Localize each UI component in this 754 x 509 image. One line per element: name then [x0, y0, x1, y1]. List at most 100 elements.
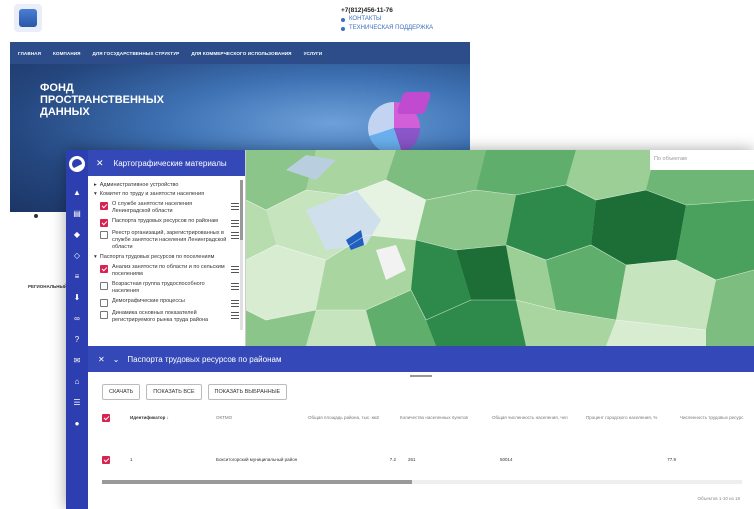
layers-panel-title: Картографические материалы	[113, 158, 227, 168]
drag-handle-icon[interactable]	[231, 220, 239, 227]
mountain-icon[interactable]: ▲	[69, 183, 85, 201]
region-text: РЕГИОНАЛЬНЫЙ К	[28, 284, 72, 289]
cell-urban: 77.9	[667, 456, 676, 462]
layer-checkbox[interactable]	[100, 265, 108, 273]
coat-of-arms-logo[interactable]	[14, 4, 42, 32]
home-icon[interactable]: ⌂	[69, 372, 85, 390]
sidebar: ▲ ▤ ◆ ◇ ≡ ⬇ ∞ ? ✉ ⌂ ☰ ●	[66, 150, 88, 509]
layer-item[interactable]: Динамика основных показателей регистриру…	[100, 310, 239, 324]
attribute-table: Идентификатор ↓ ОКТМО Общая площадь райо…	[102, 406, 754, 472]
column-header[interactable]: ОКТМО	[216, 415, 308, 420]
layer-item[interactable]: Реестр организаций, зарегистрированных в…	[100, 230, 239, 251]
horizontal-scrollbar[interactable]	[102, 480, 742, 484]
show-selected-button[interactable]: ПОКАЗАТЬ ВЫБРАННЫЕ	[207, 384, 288, 400]
column-header[interactable]: Идентификатор ↓	[130, 415, 216, 420]
attribute-table-panel: ✕ ⌄ Паспорта трудовых ресурсов по района…	[88, 346, 754, 509]
drag-handle-icon[interactable]	[231, 300, 239, 307]
map-application: ▲ ▤ ◆ ◇ ≡ ⬇ ∞ ? ✉ ⌂ ☰ ● По объектам ✕ Ка…	[66, 150, 754, 509]
account-icon[interactable]: ●	[69, 414, 85, 432]
layer-group[interactable]: ▾ Паспорта трудовых ресурсов по поселения…	[94, 254, 239, 261]
list-icon[interactable]: ≡	[69, 267, 85, 285]
layer-checkbox[interactable]	[100, 311, 108, 319]
layer-checkbox[interactable]	[100, 231, 108, 239]
chevron-down-icon[interactable]: ⌄	[113, 355, 120, 364]
layers-panel: ✕ Картографические материалы ▸ Администра…	[88, 150, 246, 346]
collapse-icon: ▾	[94, 191, 97, 197]
nav-company[interactable]: КОМПАНИЯ	[53, 51, 81, 56]
search-input[interactable]: По объектам	[650, 150, 754, 170]
link-icon[interactable]: ∞	[69, 309, 85, 327]
help-icon[interactable]: ?	[69, 330, 85, 348]
cell-area: 7.2	[389, 456, 396, 462]
screen: +7(812)456-11-76 КОНТАКТЫ ТЕХНИЧЕСКАЯ ПО…	[0, 0, 754, 509]
drag-handle-icon[interactable]	[231, 312, 239, 319]
table-panel-title: Паспорта трудовых ресурсов по районам	[127, 354, 282, 364]
nav-home[interactable]: ГЛАВНАЯ	[18, 51, 41, 56]
layer-checkbox[interactable]	[100, 219, 108, 227]
layer-item[interactable]: О службе занятости населения Ленинградск…	[100, 201, 239, 215]
column-header[interactable]: Количество населенных пунктов	[400, 415, 492, 420]
pagination-text: Объектов 1-10 из 18	[697, 496, 740, 501]
layer-item[interactable]: Возрастная группа трудоспособного населе…	[100, 281, 239, 295]
resize-handle[interactable]	[88, 372, 754, 380]
site-nav: ГЛАВНАЯ КОМПАНИЯ ДЛЯ ГОСУДАРСТВЕННЫХ СТР…	[10, 42, 470, 64]
layer-item[interactable]: Демографические процессы	[100, 298, 239, 307]
layers-off-icon[interactable]: ◇	[69, 246, 85, 264]
hero-title: ФОНД ПРОСТРАНСТВЕННЫХ ДАННЫХ	[40, 82, 164, 118]
cell-population: 50014	[500, 456, 513, 462]
layers-panel-header: ✕ Картографические материалы	[88, 150, 245, 176]
support-link[interactable]: ТЕХНИЧЕСКАЯ ПОДДЕРЖКА	[341, 24, 433, 33]
show-all-button[interactable]: ПОКАЗАТЬ ВСЕ	[146, 384, 202, 400]
cell-id: 1	[130, 456, 133, 462]
layer-item[interactable]: Анализ занятости по области и по сельски…	[100, 264, 239, 278]
pie-slice-graphic	[396, 92, 432, 114]
nav-services[interactable]: УСЛУГИ	[304, 51, 323, 56]
choropleth-map[interactable]: По объектам	[246, 150, 754, 346]
app-logo[interactable]	[69, 156, 85, 172]
download-button[interactable]: СКАЧАТЬ	[102, 384, 141, 400]
menu-icon[interactable]: ☰	[69, 393, 85, 411]
slider-dot[interactable]	[34, 214, 38, 218]
close-icon[interactable]: ✕	[96, 158, 104, 169]
map-icon[interactable]: ▤	[69, 204, 85, 222]
layer-checkbox[interactable]	[100, 202, 108, 210]
layer-checkbox[interactable]	[100, 282, 108, 290]
drag-handle-icon[interactable]	[231, 232, 239, 239]
location-icon	[341, 17, 345, 22]
table-toolbar: СКАЧАТЬ ПОКАЗАТЬ ВСЕ ПОКАЗАТЬ ВЫБРАННЫЕ	[88, 380, 754, 400]
select-all-checkbox[interactable]	[102, 413, 110, 422]
layers-icon[interactable]: ◆	[69, 225, 85, 243]
column-header[interactable]: Общая численность населения, чел	[492, 415, 586, 420]
layers-tree: ▸ Административное устройство ▾ Комитет по…	[88, 176, 245, 331]
drag-handle-icon[interactable]	[231, 283, 239, 290]
column-header[interactable]: Общая площадь района, тыс. км2	[308, 415, 400, 420]
column-header[interactable]: Численность трудовых ресурс	[680, 415, 754, 420]
close-icon[interactable]: ✕	[98, 355, 105, 364]
layer-item[interactable]: Паспорта трудовых ресурсов по районам	[100, 218, 239, 227]
filter-row	[102, 428, 754, 446]
nav-government[interactable]: ДЛЯ ГОСУДАРСТВЕННЫХ СТРУКТУР	[93, 51, 180, 56]
contacts-block: +7(812)456-11-76 КОНТАКТЫ ТЕХНИЧЕСКАЯ ПО…	[341, 6, 433, 33]
cell-settlements: 261	[408, 456, 416, 462]
row-checkbox[interactable]	[102, 455, 110, 464]
layer-group[interactable]: ▾ Комитет по труду и занятости населения	[94, 191, 239, 198]
layer-checkbox[interactable]	[100, 299, 108, 307]
expand-icon: ▸	[94, 182, 97, 188]
collapse-icon: ▾	[94, 254, 97, 260]
layers-scrollbar[interactable]	[240, 180, 243, 330]
drag-handle-icon[interactable]	[231, 266, 239, 273]
mail-icon[interactable]: ✉	[69, 351, 85, 369]
table-panel-header: ✕ ⌄ Паспорта трудовых ресурсов по района…	[88, 346, 754, 372]
contacts-link[interactable]: КОНТАКТЫ	[341, 15, 433, 24]
phone-number[interactable]: +7(812)456-11-76	[341, 6, 433, 15]
map-regions	[246, 150, 754, 346]
download-icon[interactable]: ⬇	[69, 288, 85, 306]
nav-commercial[interactable]: ДЛЯ КОММЕРЧЕСКОГО ИСПОЛЬЗОВАНИЯ	[191, 51, 291, 56]
table-header-row: Идентификатор ↓ ОКТМО Общая площадь райо…	[102, 406, 754, 428]
drag-handle-icon[interactable]	[231, 203, 239, 210]
gear-icon	[341, 26, 345, 31]
layer-group[interactable]: ▸ Административное устройство	[94, 182, 239, 189]
table-row[interactable]: 1 Бокситогорский муниципальный район 7.2…	[102, 446, 754, 472]
cell-oktmo: Бокситогорский муниципальный район	[216, 456, 298, 462]
column-header[interactable]: Процент городского населения, %	[586, 415, 680, 420]
